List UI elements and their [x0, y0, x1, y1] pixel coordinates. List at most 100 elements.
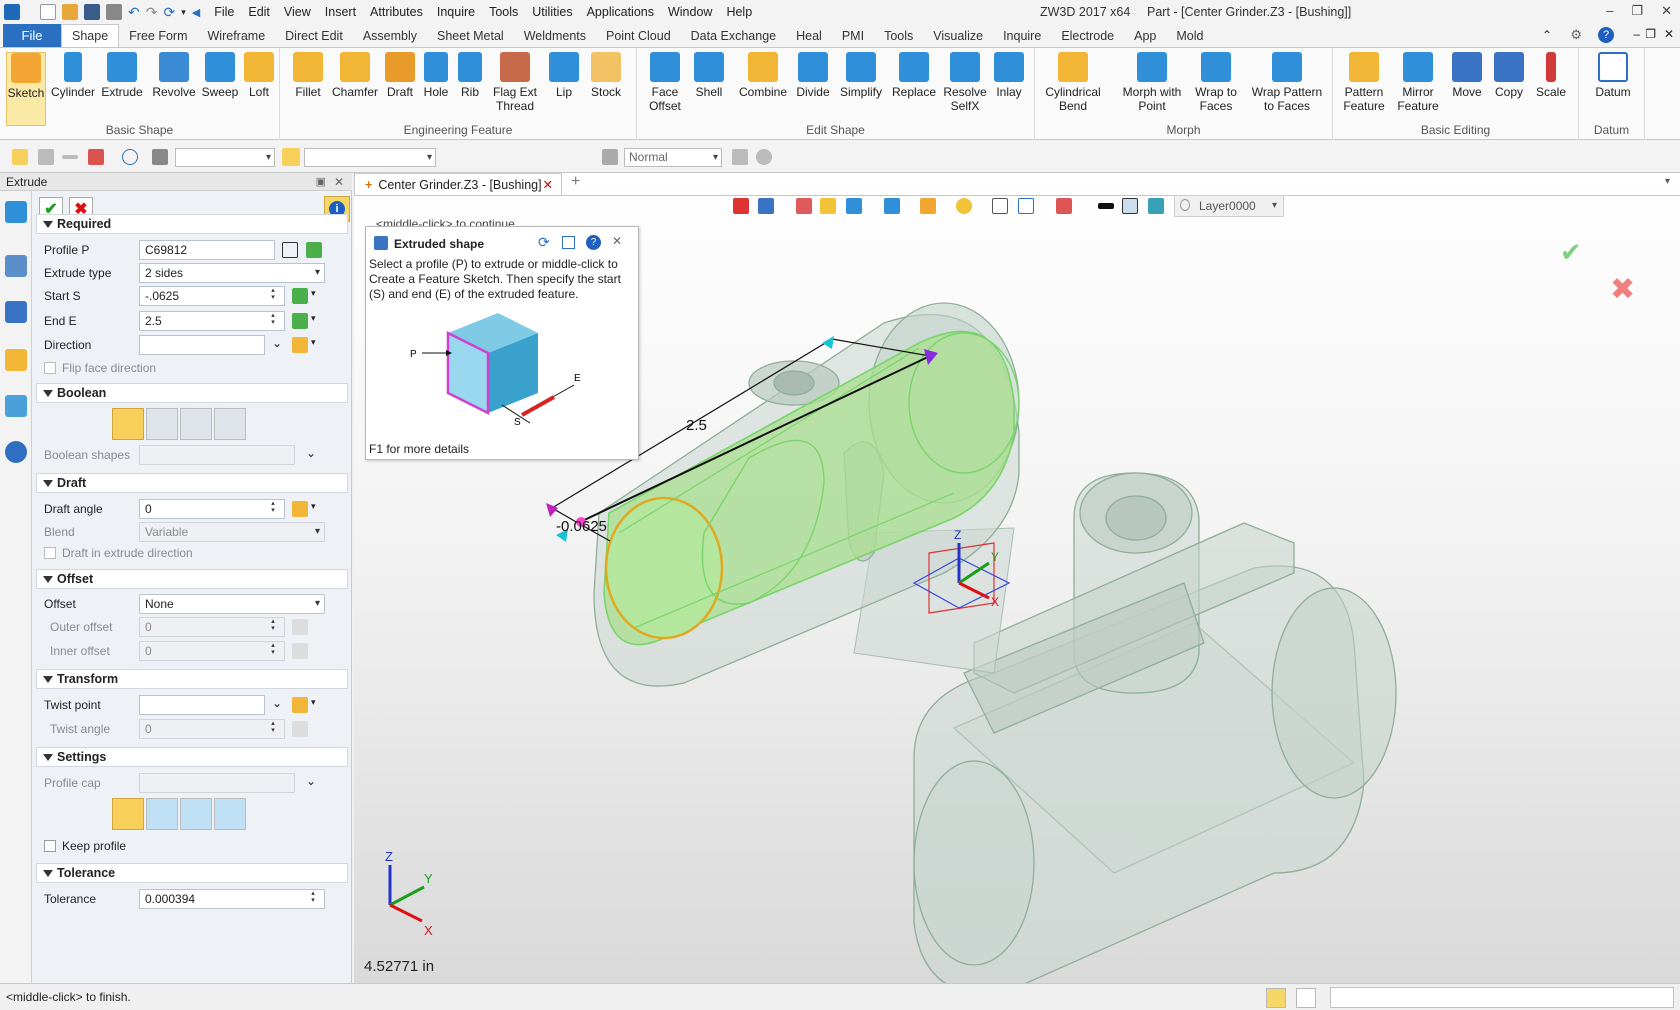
open-folder-icon[interactable] — [62, 4, 78, 20]
shell-button[interactable]: Shell — [689, 52, 729, 99]
sketch-button[interactable]: Sketch — [6, 52, 46, 126]
tab-point-cloud[interactable]: Point Cloud — [596, 24, 681, 47]
wrap-to-faces-button[interactable]: Wrap to Faces — [1191, 52, 1241, 113]
tooltip-refresh-icon[interactable]: ⟳ — [538, 234, 550, 251]
combine-button[interactable]: Combine — [737, 52, 789, 99]
more-icon[interactable]: ▾ — [181, 7, 186, 18]
menu-inquire[interactable]: Inquire — [437, 5, 475, 19]
divide-button[interactable]: Divide — [793, 52, 833, 99]
lip-button[interactable]: Lip — [548, 52, 580, 99]
draft-angle-input[interactable]: 0 — [139, 499, 285, 519]
app-logo-icon[interactable] — [4, 4, 20, 20]
tab-mold[interactable]: Mold — [1166, 24, 1213, 47]
tab-wireframe[interactable]: Wireframe — [198, 24, 276, 47]
snap-icon[interactable] — [602, 149, 618, 165]
profile-pick-icon[interactable] — [306, 242, 322, 258]
wireframe-cube-icon[interactable] — [920, 198, 936, 214]
section-required[interactable]: Required — [36, 214, 348, 234]
hole-button[interactable]: Hole — [418, 52, 454, 99]
direction-expand-icon[interactable]: ⌄ — [272, 336, 282, 350]
tab-pmi[interactable]: PMI — [832, 24, 874, 47]
copy-button[interactable]: Copy — [1489, 52, 1529, 99]
pattern-feature-button[interactable]: Pattern Feature — [1339, 52, 1389, 113]
replace-button[interactable]: Replace — [891, 52, 937, 99]
flag-ext-thread-button[interactable]: Flag Ext Thread — [488, 52, 542, 113]
tolerance-input[interactable]: 0.000394 — [139, 889, 325, 909]
new-file-icon[interactable] — [40, 4, 56, 20]
menu-edit[interactable]: Edit — [248, 5, 270, 19]
tab-shape[interactable]: Shape — [61, 24, 120, 47]
filter-combo[interactable] — [175, 148, 275, 167]
command-input[interactable] — [1330, 987, 1674, 1008]
cylindrical-bend-button[interactable]: Cylindrical Bend — [1041, 52, 1105, 113]
settings-gear-icon[interactable]: ⚙ — [1570, 27, 1582, 43]
user-icon[interactable] — [5, 441, 27, 463]
dimension-icon[interactable] — [1018, 198, 1034, 214]
direction-more-icon[interactable]: ▾ — [311, 337, 316, 348]
gear-small-icon[interactable] — [756, 149, 772, 165]
cap-start-button[interactable] — [146, 798, 178, 830]
minimize-icon[interactable]: – — [1606, 3, 1613, 19]
pin-icon[interactable]: ▣ — [316, 173, 326, 191]
end-dimension-label[interactable]: 2.5 — [686, 417, 707, 434]
draft-more-icon[interactable]: ▾ — [311, 501, 316, 512]
ribbon-collapse-icon[interactable]: ⌃ — [1542, 28, 1552, 42]
tab-app[interactable]: App — [1124, 24, 1166, 47]
tooltip-help-icon[interactable]: ? — [586, 235, 601, 250]
move-button[interactable]: Move — [1447, 52, 1487, 99]
resolve-selfx-button[interactable]: Resolve SelfX — [943, 52, 987, 113]
tab-electrode[interactable]: Electrode — [1051, 24, 1124, 47]
boolean-base-button[interactable] — [112, 408, 144, 440]
exit-icon[interactable] — [733, 198, 749, 214]
morph-with-point-button[interactable]: Morph with Point — [1119, 52, 1185, 113]
offset-select[interactable]: None — [139, 594, 325, 614]
viewport-cancel-icon[interactable]: ✖ — [1610, 272, 1635, 307]
twist-point-pick-icon[interactable] — [292, 697, 308, 713]
menu-file[interactable]: File — [214, 5, 234, 19]
undo-icon[interactable]: ↶ — [128, 4, 140, 21]
section-view-icon[interactable] — [956, 198, 972, 214]
stock-button[interactable]: Stock — [586, 52, 626, 99]
menu-view[interactable]: View — [284, 5, 311, 19]
start-pick-icon[interactable] — [292, 288, 308, 304]
cap-end-button[interactable] — [180, 798, 212, 830]
print-icon[interactable] — [106, 4, 122, 20]
pick-minus-icon[interactable] — [62, 155, 78, 159]
pick-combo[interactable] — [304, 148, 436, 167]
document-tab[interactable]: + Center Grinder.Z3 - [Bushing] ✕ — [354, 173, 562, 195]
tab-close-icon[interactable]: ✕ — [543, 174, 553, 196]
menu-tools[interactable]: Tools — [489, 5, 518, 19]
section-transform[interactable]: Transform — [36, 669, 348, 689]
tab-sheet-metal[interactable]: Sheet Metal — [427, 24, 514, 47]
view-cube-icon[interactable] — [846, 198, 862, 214]
tooltip-pin-icon[interactable] — [562, 236, 575, 249]
extrude-type-select[interactable]: 2 sides — [139, 263, 325, 283]
boolean-expand-icon[interactable]: ⌄ — [306, 446, 316, 460]
new-tab-icon[interactable]: + — [571, 173, 580, 191]
end-more-icon[interactable]: ▾ — [311, 313, 316, 324]
wrap-pattern-button[interactable]: Wrap Pattern to Faces — [1247, 52, 1327, 113]
boolean-add-button[interactable] — [146, 408, 178, 440]
start-input[interactable]: -.0625 — [139, 286, 285, 306]
color-box-icon[interactable] — [1122, 198, 1138, 214]
tab-data-exchange[interactable]: Data Exchange — [681, 24, 786, 47]
smart-pick-icon[interactable] — [282, 148, 300, 166]
panel-close-icon[interactable]: ✕ — [334, 173, 344, 191]
filter-display-icon[interactable] — [1056, 198, 1072, 214]
redo-icon[interactable]: ↷ — [146, 4, 158, 21]
draft-button[interactable]: Draft — [382, 52, 418, 99]
tab-visualize[interactable]: Visualize — [923, 24, 993, 47]
menu-utilities[interactable]: Utilities — [532, 5, 572, 19]
end-handle-icon[interactable] — [822, 336, 834, 349]
layer-stack-icon[interactable] — [1148, 198, 1164, 214]
filter-list-icon[interactable] — [152, 149, 168, 165]
history-tree-icon[interactable] — [5, 255, 27, 277]
part-icon[interactable] — [5, 349, 27, 371]
loft-button[interactable]: Loft — [242, 52, 276, 99]
inlay-button[interactable]: Inlay — [991, 52, 1027, 99]
view-orient-icon[interactable] — [758, 198, 774, 214]
mode-combo[interactable]: Normal — [624, 148, 722, 167]
boolean-remove-button[interactable] — [180, 408, 212, 440]
restore-icon[interactable]: ❐ — [1631, 3, 1643, 19]
twist-point-more-icon[interactable]: ▾ — [311, 697, 316, 708]
